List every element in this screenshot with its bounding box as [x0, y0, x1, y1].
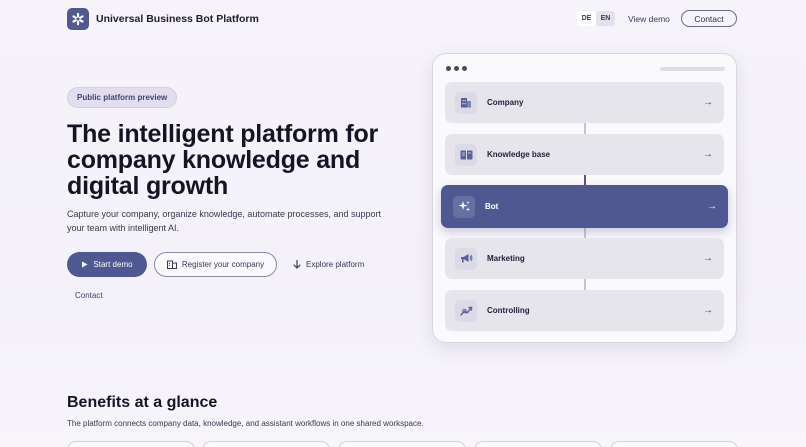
flow-step-knowledge-base[interactable]: Knowledge base → [445, 134, 724, 175]
flow-step-bot[interactable]: Bot → [441, 185, 728, 228]
benefit-card [610, 441, 738, 447]
start-demo-label: Start demo [93, 260, 133, 269]
building-icon [455, 91, 477, 114]
benefit-card [67, 441, 195, 447]
address-bar [660, 67, 725, 71]
flow-step-company[interactable]: Company → [445, 82, 724, 123]
asterisk-logo-icon [67, 8, 89, 30]
view-demo-link[interactable]: View demo [628, 14, 670, 24]
benefit-card [474, 441, 602, 447]
hero-title: The intelligent platform for company kno… [67, 120, 379, 200]
flow-step-label: Controlling [487, 306, 530, 315]
benefits-title: Benefits at a glance [67, 394, 218, 411]
lang-de-button[interactable]: DE [577, 11, 596, 26]
hero-contact-link[interactable]: Contact [75, 291, 103, 300]
play-icon [82, 261, 88, 268]
book-icon [455, 143, 477, 166]
lang-en-button[interactable]: EN [596, 11, 615, 26]
arrow-down-icon [293, 260, 301, 269]
preview-badge: Public platform preview [67, 87, 178, 108]
brand-name: Universal Business Bot Platform [96, 13, 259, 25]
flow-step-controlling[interactable]: Controlling → [445, 290, 724, 331]
flow-step-label: Company [487, 98, 524, 107]
platform-flow-mockup: Company → Knowledge base → Bot → Marketi… [432, 53, 737, 343]
benefits-subtitle: The platform connects company data, know… [67, 419, 424, 428]
arrow-right-icon: → [703, 305, 713, 316]
brand[interactable]: Universal Business Bot Platform [67, 8, 259, 30]
flow-step-label: Marketing [487, 254, 525, 263]
arrow-right-icon: → [703, 97, 713, 108]
building-icon [166, 260, 177, 269]
explore-platform-label: Explore platform [306, 260, 365, 269]
flow-step-label: Bot [485, 202, 499, 211]
megaphone-icon [455, 247, 477, 270]
flow-step-label: Knowledge base [487, 150, 551, 159]
window-dots [446, 66, 467, 71]
flow-step-marketing[interactable]: Marketing → [445, 238, 724, 279]
benefit-card [202, 441, 330, 447]
register-company-label: Register your company [181, 260, 265, 269]
start-demo-button[interactable]: Start demo [67, 252, 147, 277]
site-header: Universal Business Bot Platform DE EN Vi… [0, 0, 806, 38]
arrow-right-icon: → [707, 201, 717, 212]
hero-subtitle: Capture your company, organize knowledge… [67, 209, 382, 233]
benefit-card [338, 441, 466, 447]
language-switcher: DE EN [577, 11, 615, 26]
explore-platform-link[interactable]: Explore platform [293, 252, 364, 277]
register-company-button[interactable]: Register your company [154, 252, 277, 277]
arrow-right-icon: → [703, 253, 713, 264]
header-contact-button[interactable]: Contact [681, 10, 737, 27]
sparkle-icon [453, 195, 475, 218]
arrow-right-icon: → [703, 149, 713, 160]
chart-icon [455, 299, 477, 322]
